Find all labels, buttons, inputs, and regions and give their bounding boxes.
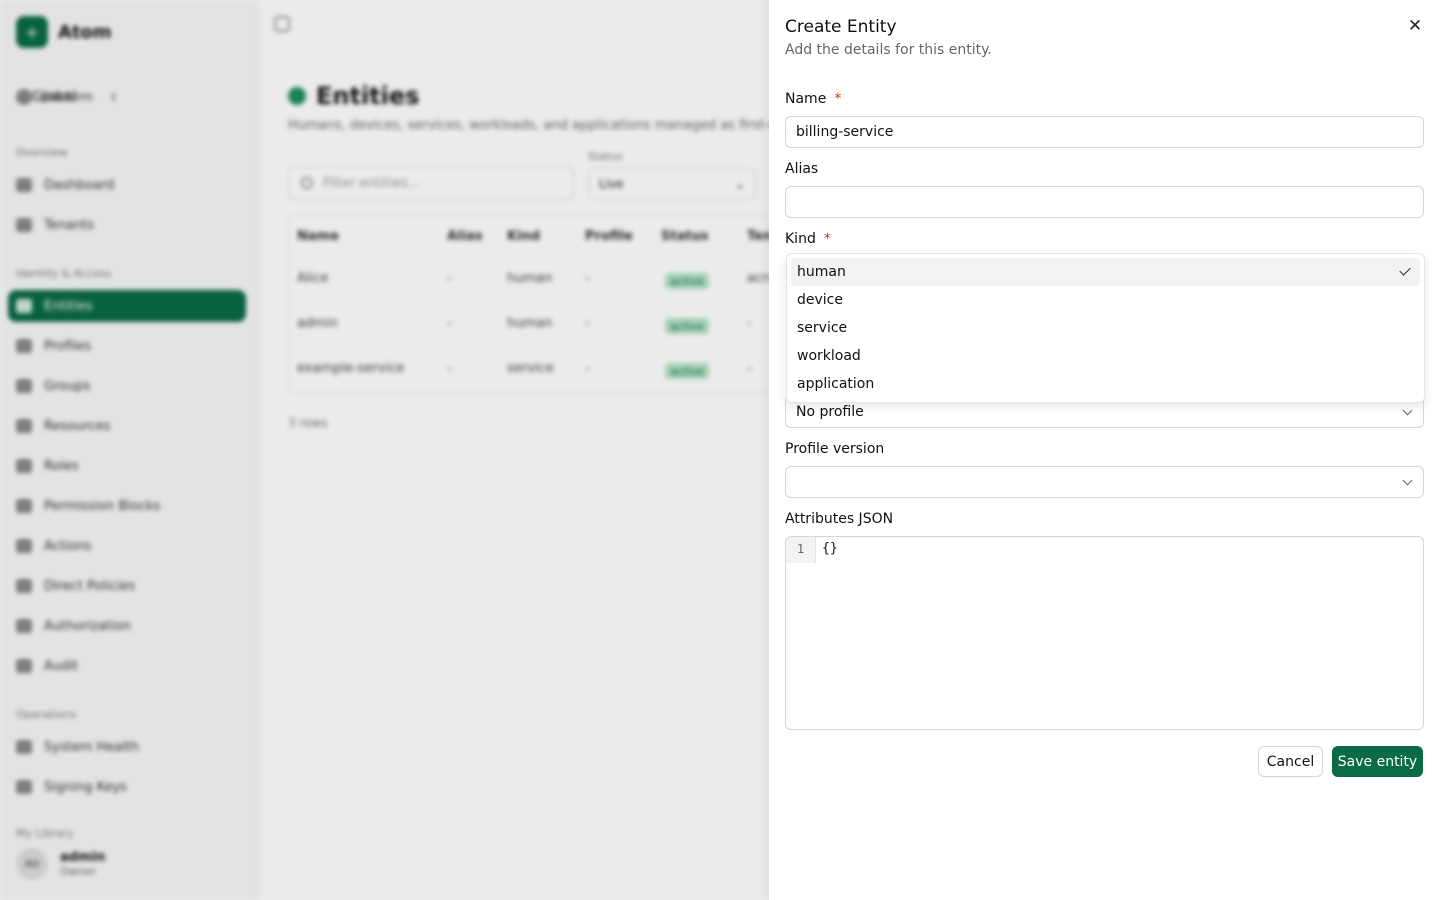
- chevron-down-icon: [1402, 405, 1413, 415]
- save-entity-button[interactable]: Save entity: [1332, 746, 1423, 777]
- profile-version-label-text: Profile version: [785, 441, 885, 457]
- check-icon: [1399, 264, 1411, 276]
- profile-version-select[interactable]: [785, 466, 1424, 498]
- profile-value: No profile: [796, 404, 864, 420]
- chevron-down-icon: [1402, 475, 1413, 485]
- name-label: Name *: [785, 91, 841, 107]
- kind-option-service[interactable]: service: [791, 314, 1420, 342]
- required-mark: *: [823, 231, 831, 247]
- kind-dropdown: human device service workload applicatio…: [786, 253, 1425, 403]
- create-entity-drawer: Create Entity Add the details for this e…: [769, 0, 1440, 900]
- kind-option-workload[interactable]: workload: [791, 342, 1420, 370]
- editor-content[interactable]: {}: [822, 541, 838, 556]
- attributes-label: Attributes JSON: [785, 511, 893, 527]
- name-label-text: Name: [785, 91, 827, 107]
- cancel-button[interactable]: Cancel: [1258, 746, 1323, 777]
- option-label: human: [797, 264, 846, 280]
- attributes-label-text: Attributes JSON: [785, 511, 894, 527]
- attributes-json-editor[interactable]: 1 {}: [785, 536, 1424, 730]
- name-input[interactable]: [785, 116, 1424, 148]
- option-label: application: [797, 376, 875, 392]
- option-label: device: [797, 292, 843, 308]
- alias-input[interactable]: [785, 186, 1424, 218]
- line-number: 1: [786, 537, 816, 563]
- required-mark: *: [834, 91, 842, 107]
- option-label: workload: [797, 348, 861, 364]
- option-label: service: [797, 320, 848, 336]
- kind-label: Kind *: [785, 231, 831, 247]
- profile-version-label: Profile version: [785, 441, 884, 457]
- kind-option-application[interactable]: application: [791, 370, 1420, 398]
- drawer-subtitle: Add the details for this entity.: [785, 42, 992, 58]
- kind-option-human[interactable]: human: [791, 258, 1420, 286]
- alias-label-text: Alias: [785, 161, 819, 177]
- kind-option-device[interactable]: device: [791, 286, 1420, 314]
- drawer-title: Create Entity: [785, 17, 897, 37]
- close-icon[interactable]: ✕: [1405, 16, 1425, 36]
- kind-label-text: Kind: [785, 231, 816, 247]
- alias-label: Alias: [785, 161, 818, 177]
